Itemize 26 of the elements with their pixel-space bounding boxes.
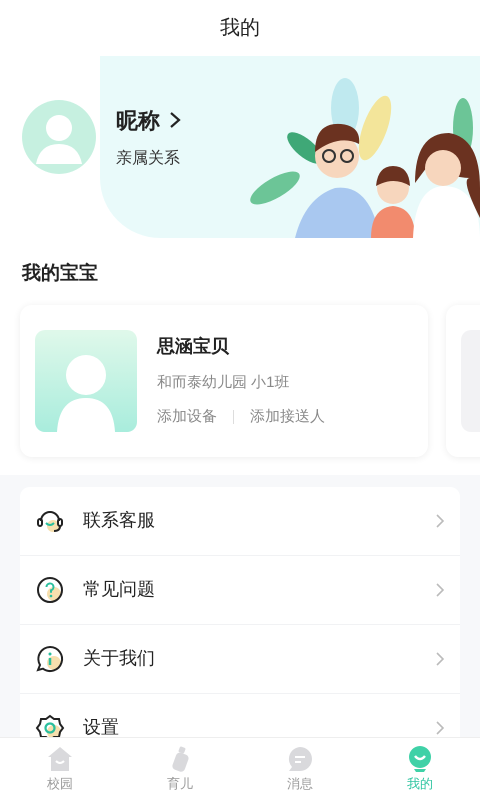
- question-icon: [35, 574, 65, 604]
- section-title: 我的宝宝: [20, 262, 99, 286]
- card-action-link[interactable]: 添加设备: [157, 406, 217, 428]
- baby-card[interactable]: 思涵宝贝 和而泰幼儿园 小1班 添加设备 添加接送人: [20, 304, 428, 456]
- menu-label: 联系客服: [83, 509, 156, 532]
- child-name: 思涵宝贝: [157, 334, 230, 358]
- nickname[interactable]: 昵称: [116, 104, 160, 136]
- menu-label: 常见问题: [83, 578, 156, 601]
- page-title: 我的: [220, 16, 260, 41]
- menu-item[interactable]: 常见问题: [20, 556, 460, 624]
- info-icon: [35, 644, 65, 674]
- card-action-link[interactable]: 添加接送人: [250, 406, 325, 428]
- menu-label: 关于我们: [83, 647, 156, 670]
- chevron-right-icon: [435, 582, 445, 598]
- chevron-right-icon: [435, 512, 445, 528]
- menu-label: 设置: [83, 716, 120, 737]
- relation-label: 亲属关系: [116, 148, 181, 168]
- school-class: 和而泰幼儿园 小1班: [157, 372, 291, 392]
- menu-item[interactable]: 联系客服: [20, 486, 460, 556]
- person-icon: [406, 744, 434, 773]
- chevron-right-icon[interactable]: [168, 111, 182, 129]
- chevron-right-icon: [435, 650, 445, 666]
- house-icon: [46, 744, 74, 773]
- chat-bubble-icon: [286, 744, 314, 773]
- menu-item[interactable]: 关于我们: [20, 624, 460, 694]
- chevron-right-icon: [435, 720, 445, 736]
